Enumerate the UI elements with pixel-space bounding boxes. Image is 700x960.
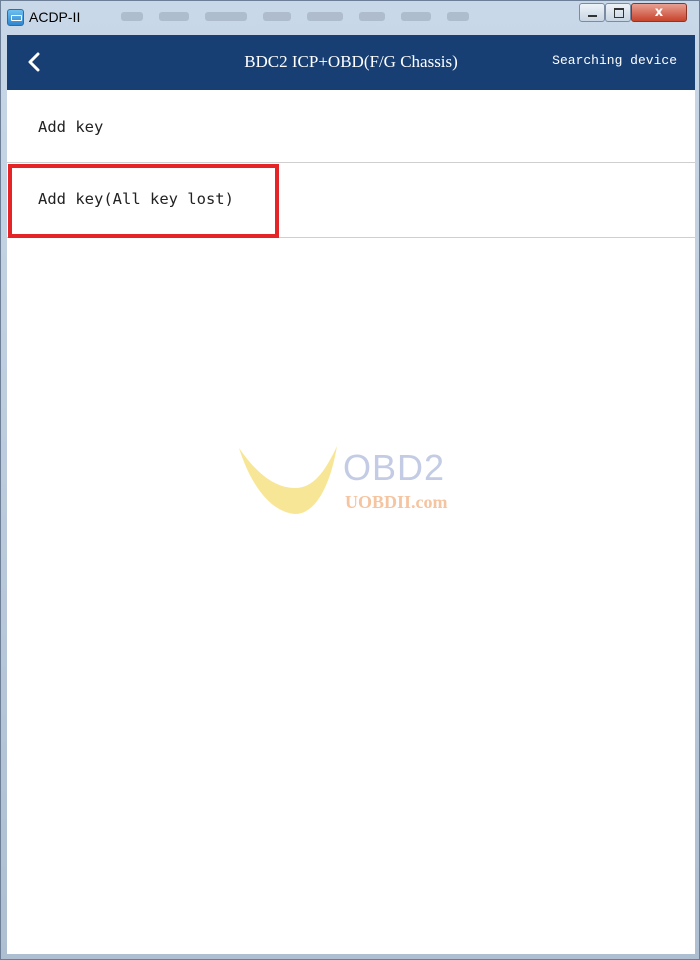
watermark-site: UOBDII.com [345,492,448,512]
maximize-button[interactable] [605,3,631,22]
application-window: ACDP-II x BDC2 ICP+OBD(F/G Chassis) Sear… [0,0,700,960]
highlight-box [8,164,279,238]
watermark-logo: OBD2 UOBDII.com [235,442,475,532]
title-bar[interactable]: ACDP-II x [1,1,699,35]
watermark-brand: OBD2 [343,447,446,488]
app-icon [7,9,24,26]
menu-item-label: Add key [38,118,104,136]
blurred-taskbar-background [121,7,561,25]
header-bar: BDC2 ICP+OBD(F/G Chassis) Searching devi… [7,35,695,90]
window-title: ACDP-II [29,9,81,25]
app-content: BDC2 ICP+OBD(F/G Chassis) Searching devi… [7,35,695,954]
close-button[interactable]: x [631,3,687,22]
close-icon: x [654,5,664,20]
device-status: Searching device [552,53,677,68]
minimize-button[interactable] [579,3,605,22]
menu-item-add-key[interactable]: Add key [7,90,695,163]
obd2-logo [239,446,337,514]
